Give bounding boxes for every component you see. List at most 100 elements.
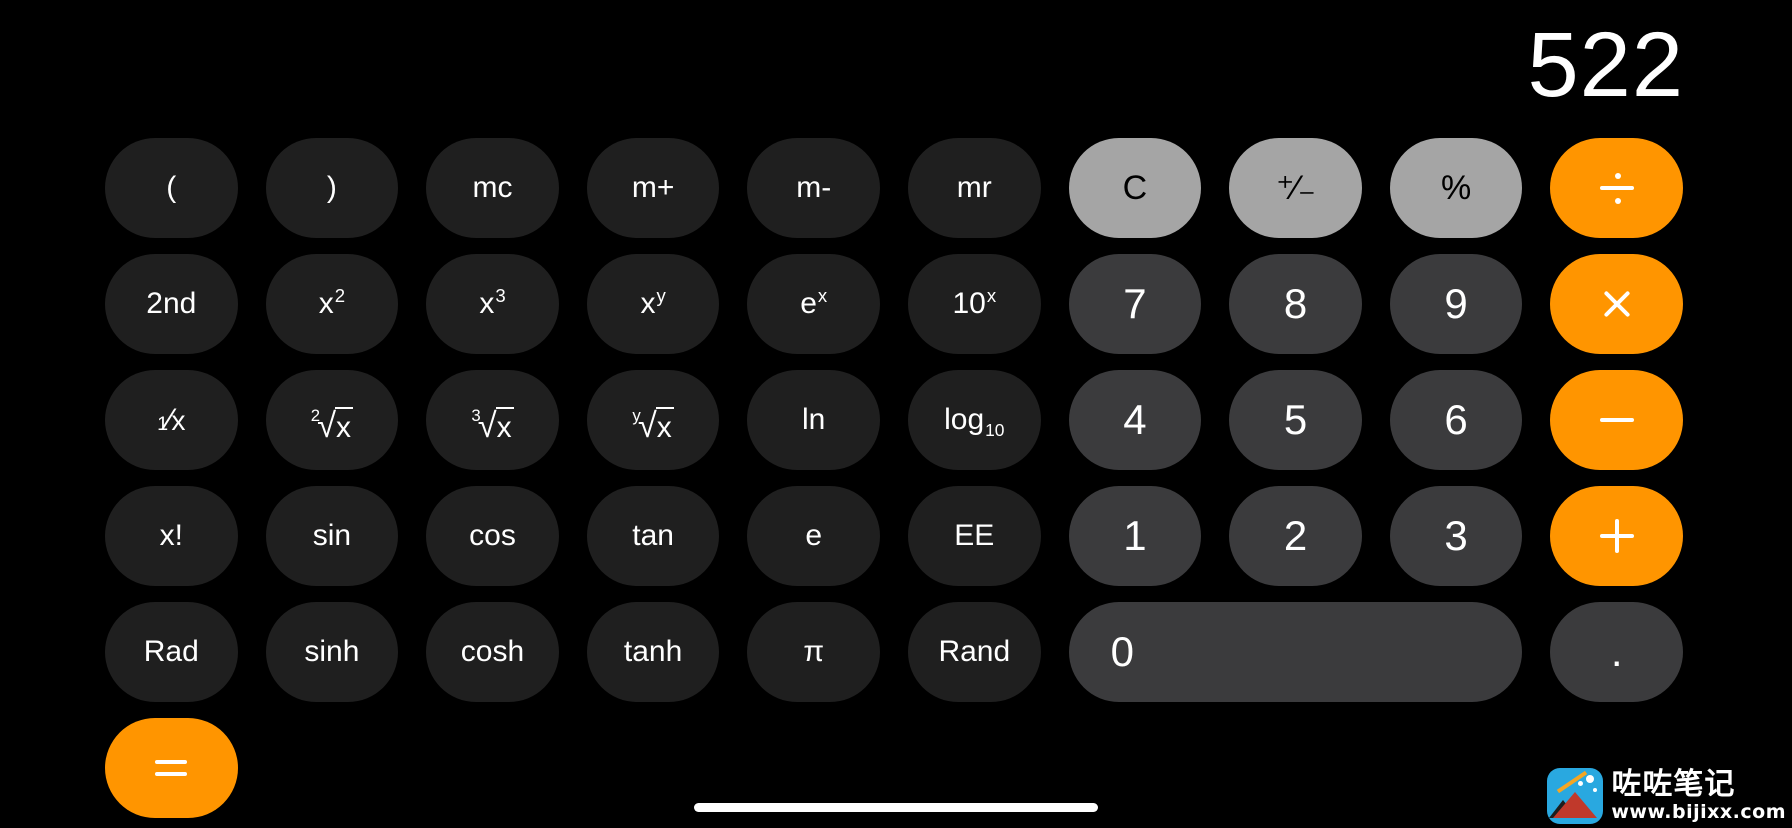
key-open-paren-label: (	[166, 171, 177, 204]
key-log-base-10[interactable]: log10	[908, 370, 1041, 470]
key-percent-label: %	[1440, 169, 1472, 207]
key-3[interactable]: 3	[1389, 486, 1523, 586]
key-sign-toggle-label: ⁺⁄₋	[1276, 169, 1316, 207]
key-9-label: 9	[1444, 280, 1468, 327]
calculator-keypad: () mc m+ m-mr C ⁺⁄₋% 2nd x2 x3 xy ex 10x 7 8 9 1⁄x 2x 3x y…	[105, 138, 1683, 818]
key-2[interactable]: 2	[1229, 486, 1362, 586]
key-power-y[interactable]: xy	[586, 254, 720, 354]
key-multiply[interactable]	[1550, 254, 1683, 354]
key-7-label: 7	[1123, 280, 1147, 327]
key-log-base-10-label: log10	[944, 403, 1005, 440]
key-tanh[interactable]: tanh	[586, 602, 720, 702]
key-exponent-entry-label: EE	[954, 519, 995, 552]
key-add[interactable]	[1550, 486, 1683, 586]
key-cube-label: x3	[479, 285, 506, 320]
key-1-label: 1	[1123, 512, 1147, 559]
minus-icon	[1599, 418, 1634, 422]
sign-toggle-icon: ⁺⁄₋	[1276, 169, 1316, 207]
key-9[interactable]: 9	[1389, 254, 1523, 354]
key-memory-subtract[interactable]: m-	[747, 138, 880, 238]
divide-icon	[1599, 171, 1634, 205]
key-tanh-label: tanh	[623, 635, 683, 668]
key-clear-label: C	[1122, 169, 1148, 207]
key-subtract[interactable]	[1550, 370, 1683, 470]
key-clear[interactable]: C	[1068, 138, 1202, 238]
key-sinh[interactable]: sinh	[265, 602, 399, 702]
key-second-function[interactable]: 2nd	[105, 254, 238, 354]
key-multiply-label	[1601, 288, 1633, 320]
key-memory-clear-label: mc	[472, 171, 513, 204]
key-memory-add-label: m+	[631, 171, 675, 204]
key-reciprocal[interactable]: 1 ⁄ x	[105, 370, 238, 470]
key-cube[interactable]: x3	[426, 254, 559, 354]
key-8[interactable]: 8	[1229, 254, 1362, 354]
key-cosh[interactable]: cosh	[426, 602, 559, 702]
key-equals-label	[155, 760, 188, 776]
key-cos-label: cos	[469, 519, 516, 552]
key-close-paren-label: )	[326, 171, 337, 204]
key-memory-recall[interactable]: mr	[908, 138, 1041, 238]
key-subtract-label	[1599, 418, 1634, 422]
key-equals[interactable]	[105, 718, 238, 818]
key-2-label: 2	[1283, 512, 1308, 559]
key-divide[interactable]	[1550, 138, 1683, 238]
key-radians-label: Rad	[143, 635, 199, 668]
key-sin-label: sin	[312, 519, 352, 552]
key-y-root[interactable]: yx	[586, 370, 720, 470]
key-7[interactable]: 7	[1068, 254, 1202, 354]
key-memory-clear[interactable]: mc	[426, 138, 559, 238]
key-decimal-point-label: .	[1610, 628, 1623, 675]
equals-icon	[155, 760, 188, 776]
key-3-label: 3	[1444, 512, 1468, 559]
key-natural-log[interactable]: ln	[747, 370, 880, 470]
key-ten-power-x[interactable]: 10x	[908, 254, 1041, 354]
key-euler-number[interactable]: e	[747, 486, 880, 586]
key-reciprocal-label: 1 ⁄ x	[157, 401, 186, 437]
key-memory-add[interactable]: m+	[586, 138, 720, 238]
key-decimal-point[interactable]: .	[1550, 602, 1683, 702]
key-factorial[interactable]: x!	[105, 486, 238, 586]
key-tan[interactable]: tan	[586, 486, 720, 586]
key-6-label: 6	[1444, 396, 1468, 443]
calculator-app: 522 () mc m+ m-mr C ⁺⁄₋% 2nd x2 x3 xy ex 10x 7 8 9 1 ⁄ x 2…	[0, 0, 1792, 828]
key-sin[interactable]: sin	[265, 486, 399, 586]
key-radians[interactable]: Rad	[105, 602, 238, 702]
key-close-paren[interactable]: )	[265, 138, 399, 238]
key-e-power-x-label: ex	[800, 285, 828, 320]
key-5[interactable]: 5	[1229, 370, 1362, 470]
key-power-y-label: xy	[640, 285, 666, 320]
key-8-label: 8	[1283, 280, 1308, 327]
key-cosh-label: cosh	[460, 635, 525, 668]
key-percent[interactable]: %	[1389, 138, 1523, 238]
key-tan-label: tan	[632, 519, 674, 552]
key-pi[interactable]: π	[747, 602, 880, 702]
key-6[interactable]: 6	[1389, 370, 1523, 470]
key-y-root-label: yx	[632, 397, 674, 444]
key-4[interactable]: 4	[1068, 370, 1202, 470]
key-4-label: 4	[1123, 396, 1147, 443]
key-cube-root[interactable]: 3x	[426, 370, 559, 470]
key-1[interactable]: 1	[1068, 486, 1202, 586]
key-0-label: 0	[1110, 628, 1134, 675]
display-value: 522	[1527, 14, 1684, 116]
calculator-display: 522	[0, 8, 1684, 113]
key-cos[interactable]: cos	[426, 486, 559, 586]
key-0[interactable]: 0	[1068, 602, 1523, 702]
key-exponent-entry[interactable]: EE	[908, 486, 1041, 586]
key-square[interactable]: x2	[265, 254, 399, 354]
key-euler-number-label: e	[805, 519, 823, 552]
key-ten-power-x-label: 10x	[952, 285, 997, 320]
key-sign-toggle[interactable]: ⁺⁄₋	[1229, 138, 1362, 238]
key-square-root[interactable]: 2x	[265, 370, 399, 470]
plus-icon	[1599, 519, 1634, 553]
key-natural-log-label: ln	[802, 403, 826, 436]
key-second-function-label: 2nd	[146, 287, 197, 320]
key-memory-recall-label: mr	[956, 171, 992, 204]
key-random[interactable]: Rand	[908, 602, 1041, 702]
home-indicator[interactable]	[694, 803, 1098, 812]
key-5-label: 5	[1283, 396, 1308, 443]
key-memory-subtract-label: m-	[796, 171, 832, 204]
key-factorial-label: x!	[159, 519, 183, 552]
key-e-power-x[interactable]: ex	[747, 254, 880, 354]
key-open-paren[interactable]: (	[105, 138, 238, 238]
